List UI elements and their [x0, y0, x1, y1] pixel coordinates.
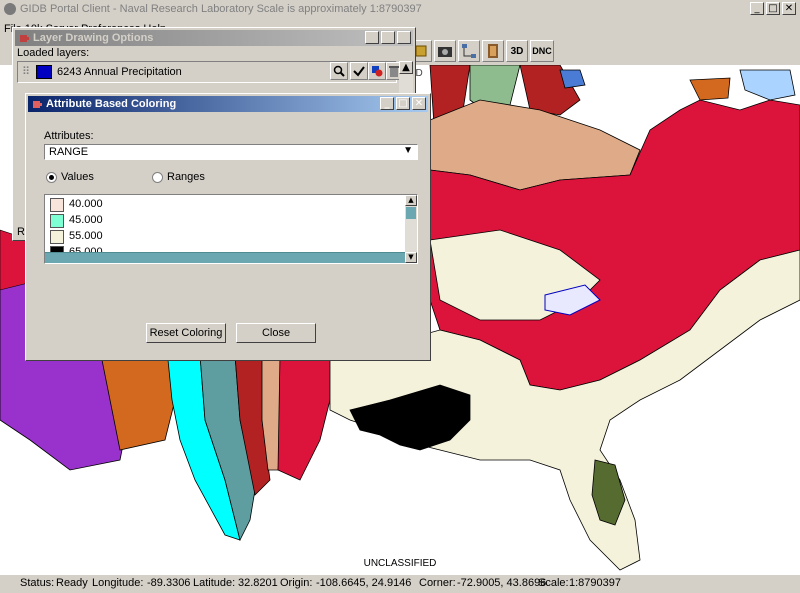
network-icon	[462, 44, 476, 58]
longitude-value: -89.3306	[147, 577, 191, 589]
maximize-icon[interactable]: □	[396, 97, 410, 110]
classification-label-bottom: UNCLASSIFIED	[363, 558, 437, 569]
values-list: 40.000 45.000 55.000 65.000 ▲ ▼	[44, 194, 418, 264]
attributes-label: Attributes:	[44, 130, 94, 142]
scale-value: 1:8790397	[569, 577, 621, 589]
scroll-up-icon[interactable]: ▲	[399, 61, 413, 74]
value-label: 55.000	[69, 230, 103, 242]
origin-label: Origin:	[280, 577, 313, 589]
values-radio-label: Values	[61, 171, 94, 183]
value-color-swatch[interactable]	[50, 230, 64, 244]
film-button[interactable]	[482, 40, 504, 62]
ranges-radio[interactable]	[152, 172, 163, 183]
minimize-icon[interactable]: _	[750, 2, 764, 15]
color-button[interactable]	[368, 62, 386, 80]
maximize-icon[interactable]: □	[381, 31, 395, 44]
layer-window-partial-label: R	[17, 226, 25, 238]
drag-handle-icon[interactable]: ⠿	[22, 65, 30, 78]
attribute-select[interactable]: RANGE ▼	[44, 144, 418, 160]
list-item[interactable]: 40.000	[45, 197, 405, 213]
scale-label: Scale:	[538, 577, 569, 589]
camera-icon	[438, 47, 452, 57]
app-window-controls: _ □ ✕	[750, 2, 796, 15]
origin-value: -108.6645, 24.9146	[316, 577, 412, 589]
vertical-scrollbar[interactable]: ▲ ▼	[405, 195, 417, 263]
scroll-down-icon[interactable]: ▼	[405, 252, 417, 263]
scrollbar-thumb[interactable]	[406, 207, 416, 219]
close-button[interactable]: Close	[236, 323, 316, 343]
layer-color-swatch[interactable]	[36, 65, 52, 79]
attribute-select-value: RANGE	[49, 146, 89, 158]
java-cup-icon	[20, 35, 29, 42]
java-cup-icon	[33, 101, 42, 108]
scroll-up-icon[interactable]: ▲	[405, 195, 417, 206]
3d-button[interactable]: 3D	[506, 40, 528, 62]
latitude-value: 32.8201	[238, 577, 278, 589]
abc-window-controls: _ □ ✕	[380, 97, 426, 110]
horizontal-scrollbar[interactable]	[45, 252, 405, 263]
search-button[interactable]	[330, 62, 348, 80]
loaded-layers-label: Loaded layers:	[17, 47, 90, 59]
longitude-label: Longitude:	[92, 577, 144, 589]
layer-window-title: Layer Drawing Options	[33, 32, 154, 44]
reset-coloring-button[interactable]: Reset Coloring	[146, 323, 226, 343]
film-icon	[488, 44, 498, 58]
close-icon[interactable]: ✕	[412, 97, 426, 110]
close-icon[interactable]: ✕	[782, 2, 796, 15]
toolbar: 3D DNC	[410, 40, 554, 64]
ranges-radio-label: Ranges	[167, 171, 205, 183]
chevron-down-icon[interactable]: ▼	[403, 145, 413, 156]
abc-window-title: Attribute Based Coloring	[46, 98, 177, 110]
app-title: GIDB Portal Client - Naval Research Labo…	[20, 3, 422, 15]
palette-icon	[372, 66, 383, 77]
maximize-icon[interactable]: □	[766, 2, 780, 15]
dnc-button[interactable]: DNC	[530, 40, 554, 62]
camera-button[interactable]	[434, 40, 456, 62]
value-color-swatch[interactable]	[50, 198, 64, 212]
status-value: Ready	[56, 577, 88, 589]
minimize-icon[interactable]: _	[365, 31, 379, 44]
layer-window-titlebar: Layer Drawing Options _ □ ✕	[15, 30, 413, 46]
layers-icon	[415, 45, 427, 57]
layer-row[interactable]: ⠿ 6243 Annual Precipitation	[17, 61, 402, 83]
corner-label: Corner:	[419, 577, 456, 589]
trash-icon	[389, 66, 399, 77]
value-color-swatch[interactable]	[50, 214, 64, 228]
latitude-label: Latitude:	[193, 577, 236, 589]
list-item[interactable]: 55.000	[45, 229, 405, 245]
visible-toggle-button[interactable]	[350, 62, 368, 80]
corner-value: -72.9005, 43.8696	[457, 577, 547, 589]
abc-window-titlebar: Attribute Based Coloring _ □ ✕	[28, 96, 428, 112]
layer-window-controls: _ □ ✕	[365, 31, 411, 44]
app-titlebar: GIDB Portal Client - Naval Research Labo…	[0, 0, 800, 21]
status-label: Status:	[20, 577, 55, 589]
app-icon	[4, 3, 16, 15]
search-icon	[333, 65, 345, 77]
close-icon[interactable]: ✕	[397, 31, 411, 44]
layer-name: 6243 Annual Precipitation	[57, 66, 182, 78]
values-radio[interactable]	[46, 172, 57, 183]
value-label: 40.000	[69, 198, 103, 210]
value-label: 45.000	[69, 214, 103, 226]
minimize-icon[interactable]: _	[380, 97, 394, 110]
checkmark-icon	[353, 66, 365, 77]
status-bar: Status: Ready Longitude: -89.3306 Latitu…	[0, 574, 800, 593]
attribute-based-coloring-window: Attribute Based Coloring _ □ ✕ Attribute…	[25, 93, 431, 361]
network-button[interactable]	[458, 40, 480, 62]
list-item[interactable]: 45.000	[45, 213, 405, 229]
